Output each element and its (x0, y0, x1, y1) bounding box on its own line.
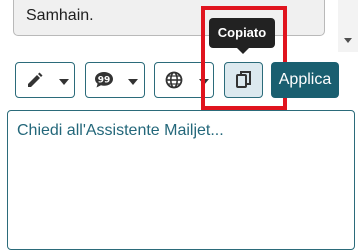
apply-button[interactable]: Applica (271, 62, 339, 98)
edit-dropdown-button[interactable] (15, 62, 75, 98)
pencil-icon (28, 72, 43, 87)
prompt-placeholder: Chiedi all'Assistente Mailjet... (17, 122, 224, 139)
svg-text:99: 99 (98, 76, 111, 86)
tone-dropdown-button[interactable]: 99 (85, 62, 145, 98)
speech-bubble-icon: 99 (95, 72, 113, 88)
globe-icon (165, 71, 183, 89)
result-scrollbar[interactable] (338, 0, 358, 52)
assistant-prompt-input[interactable]: Chiedi all'Assistente Mailjet... (7, 110, 355, 250)
chevron-down-icon (128, 79, 138, 85)
result-text: Samhain. (26, 7, 94, 24)
scroll-down-arrow-icon[interactable] (344, 38, 352, 43)
chevron-down-icon (59, 79, 69, 85)
